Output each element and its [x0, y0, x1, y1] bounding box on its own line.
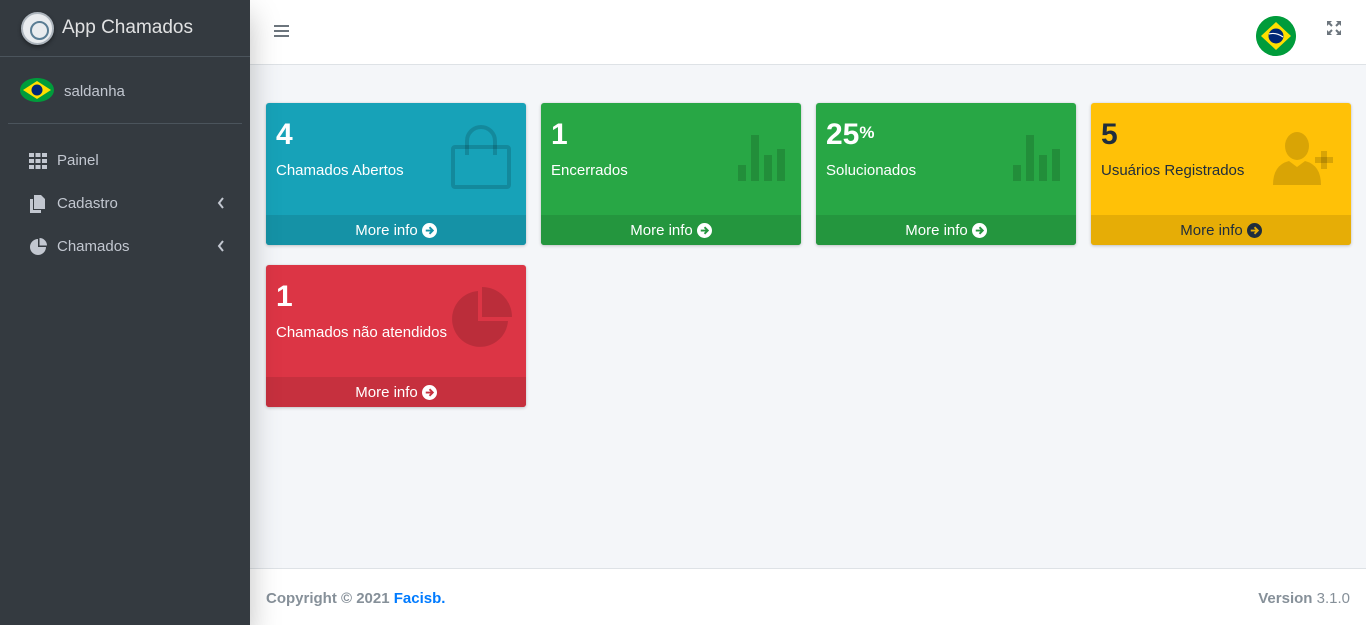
small-box-usuarios-registrados: 5 Usuários Registrados More info [1091, 103, 1351, 245]
more-info-link[interactable]: More info [541, 215, 801, 245]
sidebar-nav: Painel Cadastro Chamados [0, 139, 250, 268]
brand-title: App Chamados [62, 17, 193, 38]
main-sidebar: App Chamados saldanha Painel Cadastro Ch… [0, 0, 250, 625]
percent-suffix: % [859, 123, 875, 142]
copy-icon [28, 194, 47, 213]
fullscreen-icon[interactable] [1326, 20, 1342, 36]
sidebar-item-label: Chamados [57, 238, 130, 255]
arrow-circle-right-icon [971, 222, 987, 238]
user-panel: saldanha [8, 57, 242, 124]
more-info-link[interactable]: More info [1091, 215, 1351, 245]
brand-link[interactable]: App Chamados [0, 0, 250, 57]
arrow-circle-right-icon [421, 384, 437, 400]
sidebar-item-label: Cadastro [57, 195, 118, 212]
pie-chart-icon [452, 287, 512, 347]
main-footer: Copyright © 2021 Facisb. Version 3.1.0 [250, 568, 1366, 625]
sidebar-item-label: Painel [57, 152, 99, 169]
chevron-left-icon [217, 197, 224, 209]
sidebar-item-cadastro[interactable]: Cadastro [0, 182, 250, 225]
company-link[interactable]: Facisb. [394, 590, 446, 607]
copyright-text: Copyright © 2021 Facisb. [266, 590, 446, 607]
more-info-link[interactable]: More info [816, 215, 1076, 245]
sidebar-item-painel[interactable]: Painel [0, 139, 250, 182]
small-box-chamados-nao-atendidos: 1 Chamados não atendidos More info [266, 265, 526, 407]
sidebar-item-chamados[interactable]: Chamados [0, 225, 250, 268]
grid-icon [28, 151, 47, 170]
top-navbar [250, 0, 1366, 65]
more-info-link[interactable]: More info [266, 215, 526, 245]
small-box-solucionados: 25% Solucionados More info [816, 103, 1076, 245]
small-box-chamados-abertos: 4 Chamados Abertos More info [266, 103, 526, 245]
chevron-left-icon [217, 240, 224, 252]
language-flag-icon[interactable] [1256, 16, 1296, 56]
arrow-circle-right-icon [421, 222, 437, 238]
brazil-flag-icon [20, 78, 54, 102]
more-info-link[interactable]: More info [266, 377, 526, 407]
user-name[interactable]: saldanha [64, 83, 125, 100]
pie-chart-icon [28, 237, 47, 256]
small-box-encerrados: 1 Encerrados More info [541, 103, 801, 245]
menu-toggle-icon[interactable] [274, 25, 289, 39]
bar-chart-icon [738, 135, 785, 181]
version-text: Version 3.1.0 [1258, 590, 1350, 607]
arrow-circle-right-icon [696, 222, 712, 238]
shopping-bag-icon [451, 125, 511, 189]
brand-logo-icon [21, 11, 54, 45]
bar-chart-icon [1013, 135, 1060, 181]
arrow-circle-right-icon [1246, 222, 1262, 238]
user-plus-icon [1273, 132, 1333, 185]
